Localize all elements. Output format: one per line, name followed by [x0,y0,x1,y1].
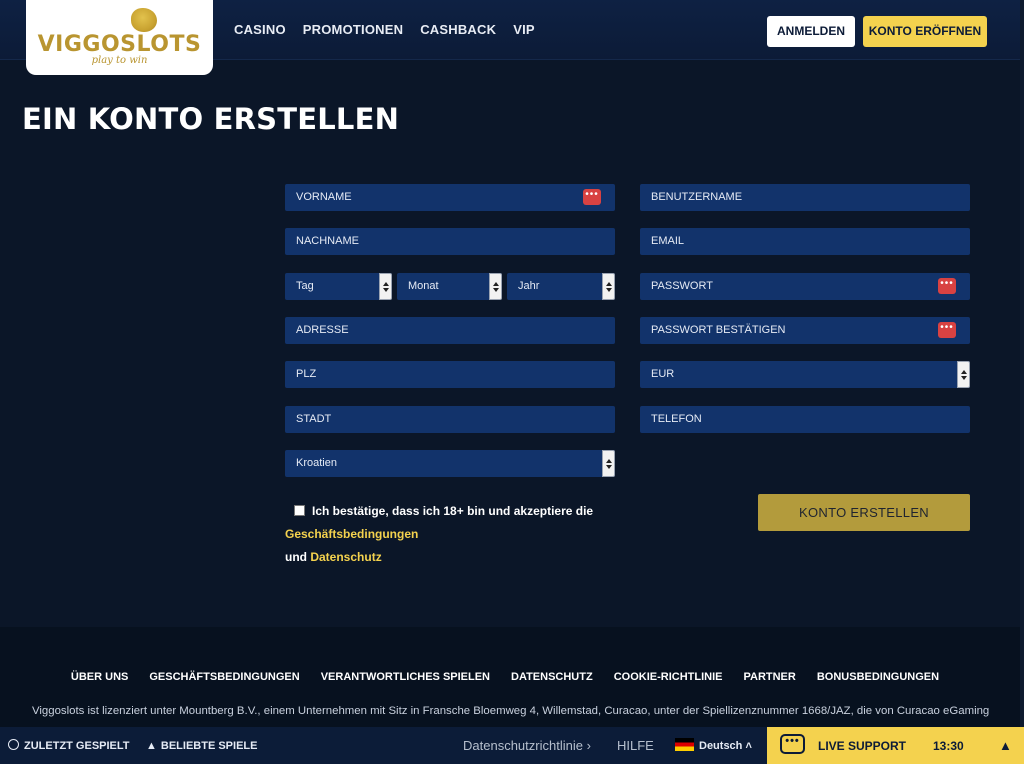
day-select[interactable]: Tag [285,273,392,300]
terms-checkbox[interactable] [294,505,305,516]
language-select[interactable]: Deutsch ˄ [675,727,752,764]
chevron-right-icon: › [586,738,591,753]
privacy-policy-link[interactable]: Datenschutzrichtlinie › [463,727,591,764]
logo-text: VIGGOSLOTS [37,32,202,57]
german-flag-icon [675,738,694,751]
day-select-arrow-icon[interactable] [379,273,392,300]
currency-select[interactable]: EUR [640,361,970,388]
clock-time: 13:30 [933,739,964,753]
recently-played-label: ZULETZT GESPIELT [24,740,130,752]
live-support-button[interactable]: ••• LIVE SUPPORT 13:30 ▲ [767,727,1024,764]
footer-link-about[interactable]: ÜBER UNS [71,671,128,683]
password-field[interactable]: PASSWORT ••• [640,273,970,300]
popular-games-label: BELIEBTE SPIELE [160,740,258,752]
password-confirm-field[interactable]: PASSWORT BESTÄTIGEN ••• [640,317,970,344]
login-button[interactable]: ANMELDEN [767,16,855,47]
flame-icon: ▲ [146,740,157,752]
footer-link-terms[interactable]: GESCHÄFTSBEDINGUNGEN [149,671,299,683]
language-label: Deutsch [699,740,743,752]
privacy-link[interactable]: Datenschutz [310,550,381,564]
city-placeholder: STADT [296,413,332,425]
address-field[interactable]: ADRESSE [285,317,615,344]
autofill-icon[interactable]: ••• [583,189,601,205]
password-confirm-placeholder: PASSWORT BESTÄTIGEN [651,324,786,336]
footer-link-partner[interactable]: PARTNER [743,671,795,683]
site-logo[interactable]: VIGGOSLOTS play to win [26,0,213,75]
password-placeholder: PASSWORT [651,280,713,292]
zip-field[interactable]: PLZ [285,361,615,388]
live-support-label: LIVE SUPPORT [818,739,907,753]
username-field[interactable]: BENUTZERNAME [640,184,970,211]
year-select-value: Jahr [518,280,540,292]
footer-link-bonus-terms[interactable]: BONUSBEDINGUNGEN [817,671,939,683]
footer-link-responsible-gaming[interactable]: VERANTWORTLICHES SPIELEN [321,671,490,683]
first-name-field[interactable]: VORNAME ••• [285,184,615,211]
terms-link[interactable]: Geschäftsbedingungen [285,527,418,541]
chat-icon: ••• [780,734,805,754]
terms-and-text: und [285,550,307,564]
day-select-value: Tag [296,280,314,292]
chevron-up-icon: ˄ [745,740,752,752]
year-select[interactable]: Jahr [507,273,615,300]
zip-placeholder: PLZ [296,368,317,380]
nav-promotions[interactable]: PROMOTIONEN [303,22,403,37]
password-manager-icon[interactable]: ••• [938,278,956,294]
recently-played-button[interactable]: ZULETZT GESPIELT [8,727,130,764]
clock-icon [8,739,19,750]
open-account-button[interactable]: KONTO ERÖFFNEN [863,16,987,47]
page-title: EIN KONTO ERSTELLEN [22,102,400,136]
email-placeholder: EMAIL [651,235,685,247]
currency-select-arrow-icon[interactable] [957,361,970,388]
email-field[interactable]: EMAIL [640,228,970,255]
footer: ÜBER UNS GESCHÄFTSBEDINGUNGEN VERANTWORT… [0,627,1020,727]
terms-consent: Ich bestätige, dass ich 18+ bin und akze… [285,500,725,569]
nav-vip[interactable]: VIP [513,22,535,37]
create-account-button[interactable]: KONTO ERSTELLEN [758,494,970,531]
lion-logo-icon [131,8,157,32]
password-manager-icon[interactable]: ••• [938,322,956,338]
month-select[interactable]: Monat [397,273,502,300]
phone-placeholder: TELEFON [651,413,702,425]
footer-links: ÜBER UNS GESCHÄFTSBEDINGUNGEN VERANTWORT… [0,671,1010,683]
phone-field[interactable]: TELEFON [640,406,970,433]
footer-link-cookie-policy[interactable]: COOKIE-RICHTLINIE [614,671,723,683]
year-select-arrow-icon[interactable] [602,273,615,300]
last-name-placeholder: NACHNAME [296,235,359,247]
page-scrollbar[interactable] [1020,0,1024,727]
username-placeholder: BENUTZERNAME [651,191,743,203]
license-text: Viggoslots ist lizenziert unter Mountber… [32,705,990,717]
nav-casino[interactable]: CASINO [234,22,286,37]
currency-select-value: EUR [651,368,675,380]
country-select[interactable]: Kroatien [285,450,615,477]
terms-text: Ich bestätige, dass ich 18+ bin und akze… [312,504,594,518]
last-name-field[interactable]: NACHNAME [285,228,615,255]
footer-link-privacy[interactable]: DATENSCHUTZ [511,671,593,683]
city-field[interactable]: STADT [285,406,615,433]
country-select-value: Kroatien [296,457,337,469]
month-select-value: Monat [408,280,439,292]
first-name-placeholder: VORNAME [296,191,352,203]
privacy-policy-label: Datenschutzrichtlinie [463,738,583,753]
logo-tagline: play to win [91,55,148,66]
chevron-up-icon[interactable]: ▲ [999,727,1012,764]
popular-games-button[interactable]: ▲ BELIEBTE SPIELE [146,727,257,764]
address-placeholder: ADRESSE [296,324,349,336]
month-select-arrow-icon[interactable] [489,273,502,300]
top-header: VIGGOSLOTS play to win CASINO PROMOTIONE… [0,0,1024,75]
country-select-arrow-icon[interactable] [602,450,615,477]
help-link[interactable]: HILFE [617,727,654,764]
nav-cashback[interactable]: CASHBACK [420,22,496,37]
main-nav: CASINO PROMOTIONEN CASHBACK VIP [234,22,535,37]
